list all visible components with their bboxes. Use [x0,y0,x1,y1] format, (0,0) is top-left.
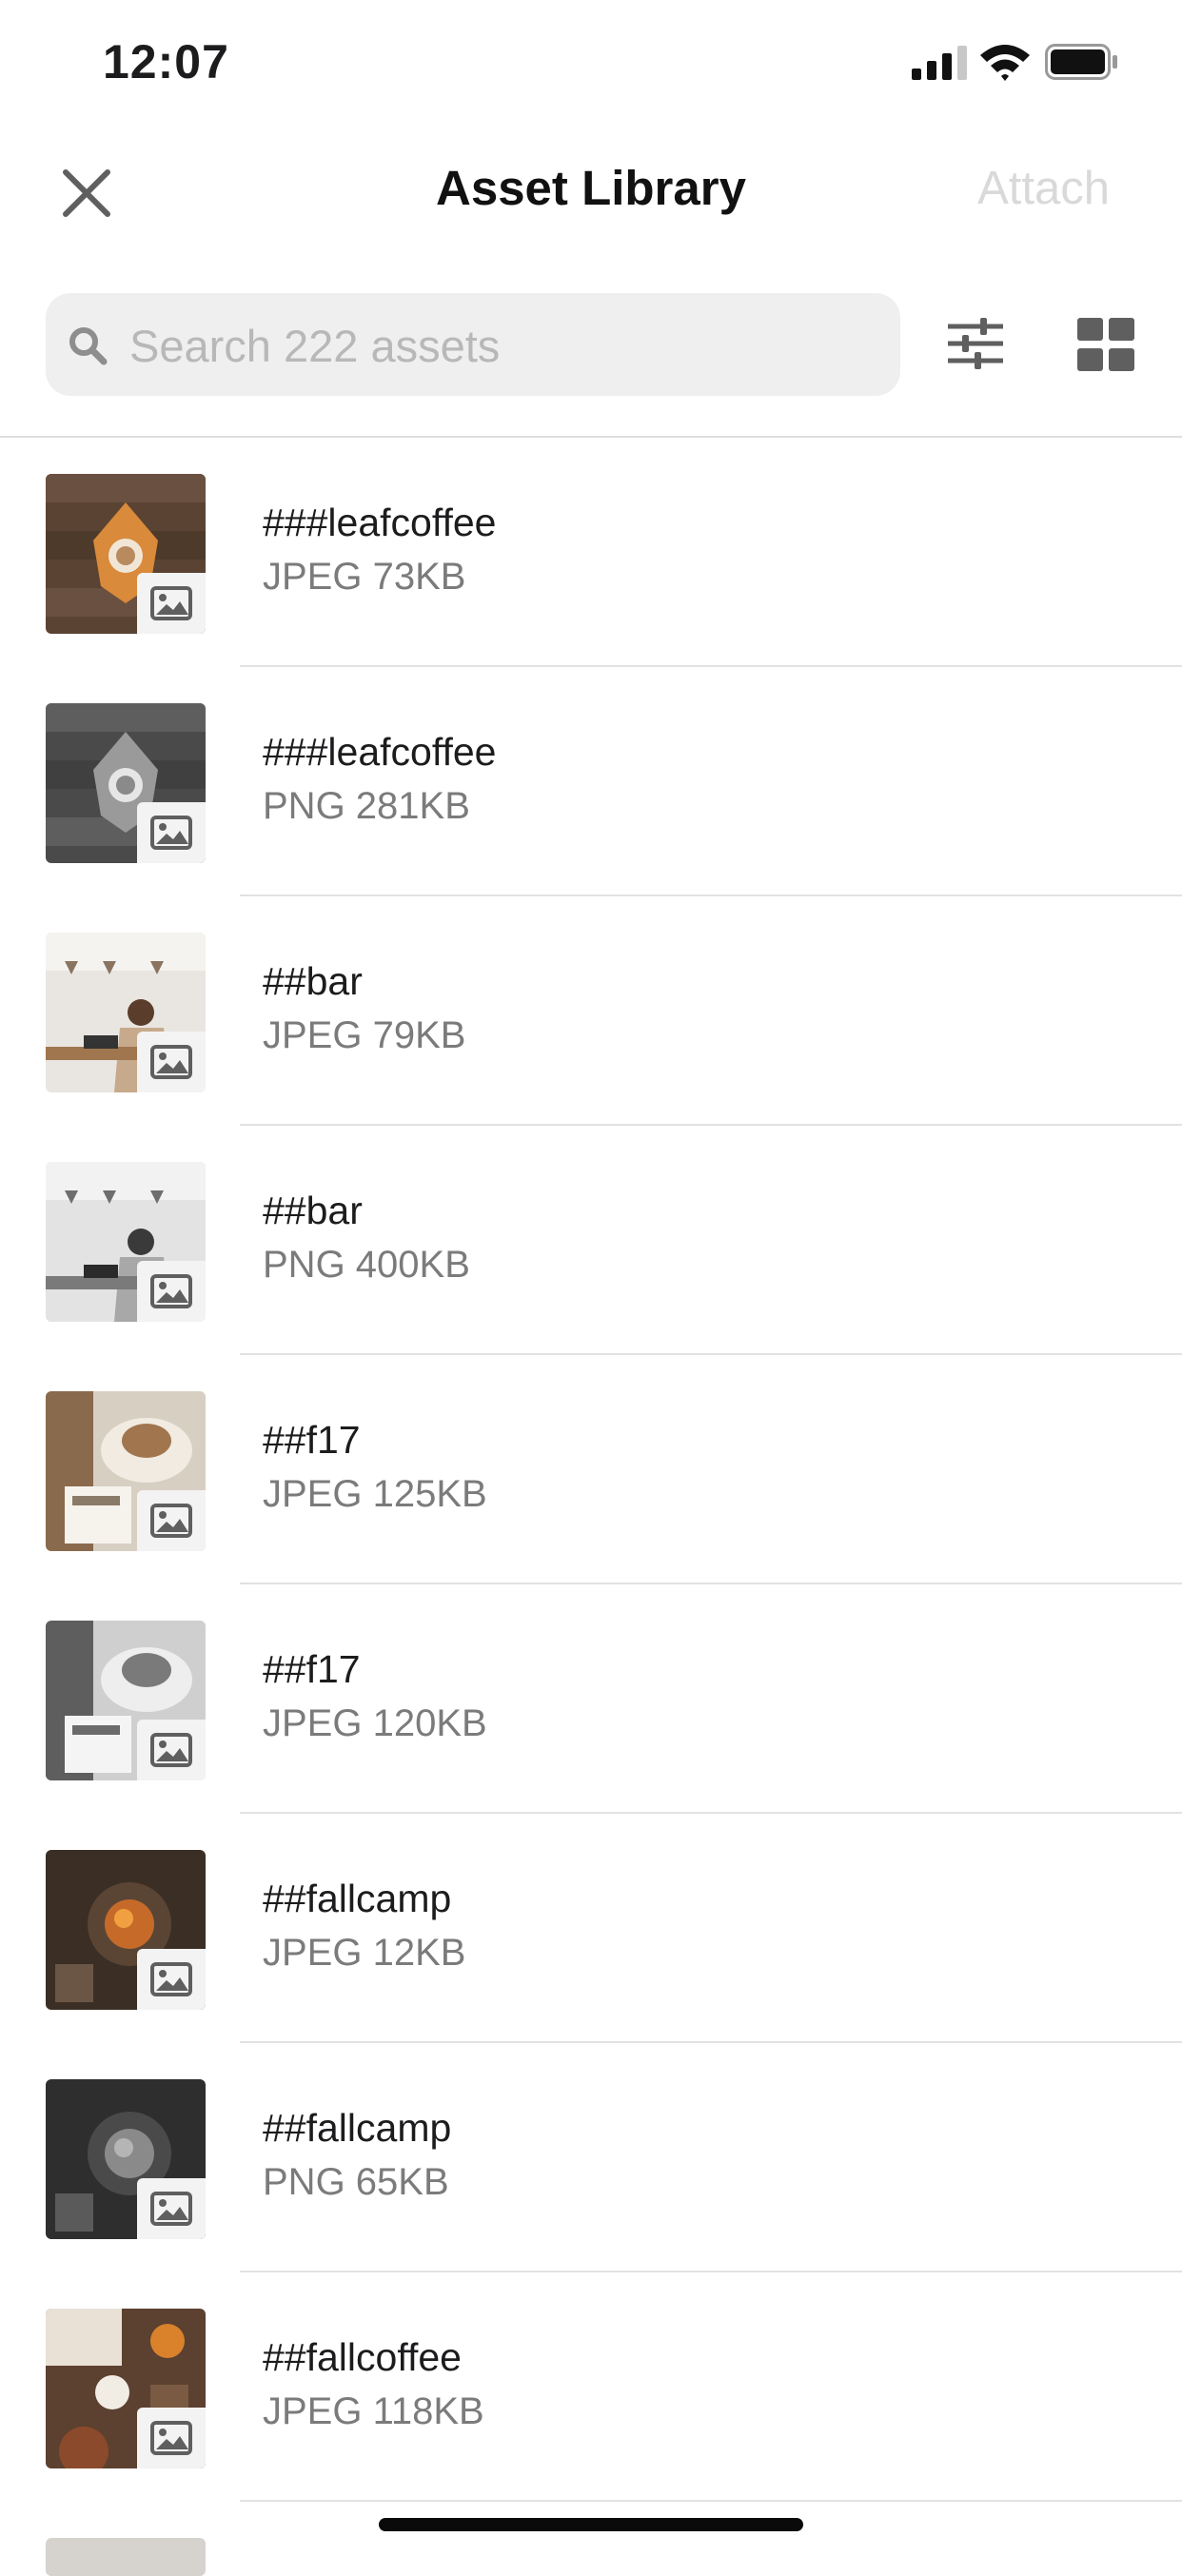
asset-row[interactable]: ##bar JPEG 79KB [0,896,1182,1126]
asset-name: ##f17 [263,1647,361,1691]
asset-meta: JPEG 73KB [263,556,466,598]
asset-row[interactable]: ##f17 JPEG 125KB [0,1355,1182,1584]
asset-meta: JPEG 120KB [263,1702,487,1744]
asset-meta: JPEG 79KB [263,1014,466,1056]
attach-button[interactable]: Attach [977,162,1110,215]
asset-row[interactable]: ###leafcoffee PNG 281KB [0,667,1182,896]
asset-list: ###leafcoffee JPEG 73KB ###leafcoffee PN… [0,438,1182,2502]
asset-thumbnail [46,2079,206,2239]
asset-meta: PNG 400KB [263,1244,470,1286]
asset-row[interactable]: ##fallcoffee JPEG 118KB [0,2272,1182,2502]
asset-row[interactable]: ###leafcoffee JPEG 73KB [0,438,1182,667]
asset-thumbnail [46,1391,206,1551]
asset-row[interactable]: ##fallcamp PNG 65KB [0,2043,1182,2272]
asset-name: ##fallcamp [263,2106,452,2150]
image-type-badge [137,2178,206,2239]
asset-thumbnail [46,703,206,863]
image-type-badge [137,1032,206,1092]
sliders-icon[interactable] [946,314,1005,373]
asset-name: ##bar [263,959,363,1003]
image-icon [150,586,192,620]
asset-thumbnail [46,1850,206,2010]
image-icon [150,816,192,850]
row-divider [240,2500,1182,2502]
image-icon [150,1274,192,1308]
asset-thumbnail [46,2309,206,2468]
image-icon [150,1733,192,1767]
asset-meta: PNG 65KB [263,2161,449,2203]
asset-meta: PNG 281KB [263,785,470,827]
search-input[interactable] [128,293,883,398]
asset-name: ###leafcoffee [263,501,497,544]
image-type-badge [137,1949,206,2010]
image-type-badge [137,1720,206,1780]
home-indicator[interactable] [379,2518,803,2531]
image-icon [150,1045,192,1079]
image-icon [150,2421,192,2455]
asset-thumbnail [46,1162,206,1322]
image-icon [150,1962,192,1996]
asset-thumbnail [46,474,206,634]
image-type-badge [137,1490,206,1551]
asset-thumbnail [46,1621,206,1780]
asset-name: ###leafcoffee [263,730,497,774]
search-bar[interactable] [46,293,900,398]
image-type-badge [137,1261,206,1322]
asset-meta: JPEG 125KB [263,1473,487,1515]
asset-meta: JPEG 118KB [263,2390,484,2432]
image-type-badge [137,802,206,863]
asset-name: ##bar [263,1189,363,1232]
asset-name: ##fallcamp [263,1877,452,1920]
next-asset-thumbnail [46,2538,206,2576]
asset-thumbnail [46,933,206,1092]
nav-bar: Asset Library Attach [0,126,1182,251]
cellular-signal-icon [912,46,967,80]
asset-row[interactable]: ##f17 JPEG 120KB [0,1584,1182,1814]
asset-name: ##fallcoffee [263,2335,462,2379]
image-icon [150,1504,192,1538]
image-icon [150,2192,192,2226]
status-bar: 12:07 [0,0,1182,126]
asset-row[interactable]: ##bar PNG 400KB [0,1126,1182,1355]
image-type-badge [137,2408,206,2468]
asset-row[interactable]: ##fallcamp JPEG 12KB [0,1814,1182,2043]
asset-name: ##f17 [263,1418,361,1462]
asset-meta: JPEG 12KB [263,1932,466,1974]
image-type-badge [137,573,206,634]
status-time: 12:07 [103,35,229,88]
search-icon [69,327,108,365]
grid-view-icon[interactable] [1077,318,1134,371]
battery-icon [1045,44,1117,80]
wifi-icon [980,45,1030,81]
